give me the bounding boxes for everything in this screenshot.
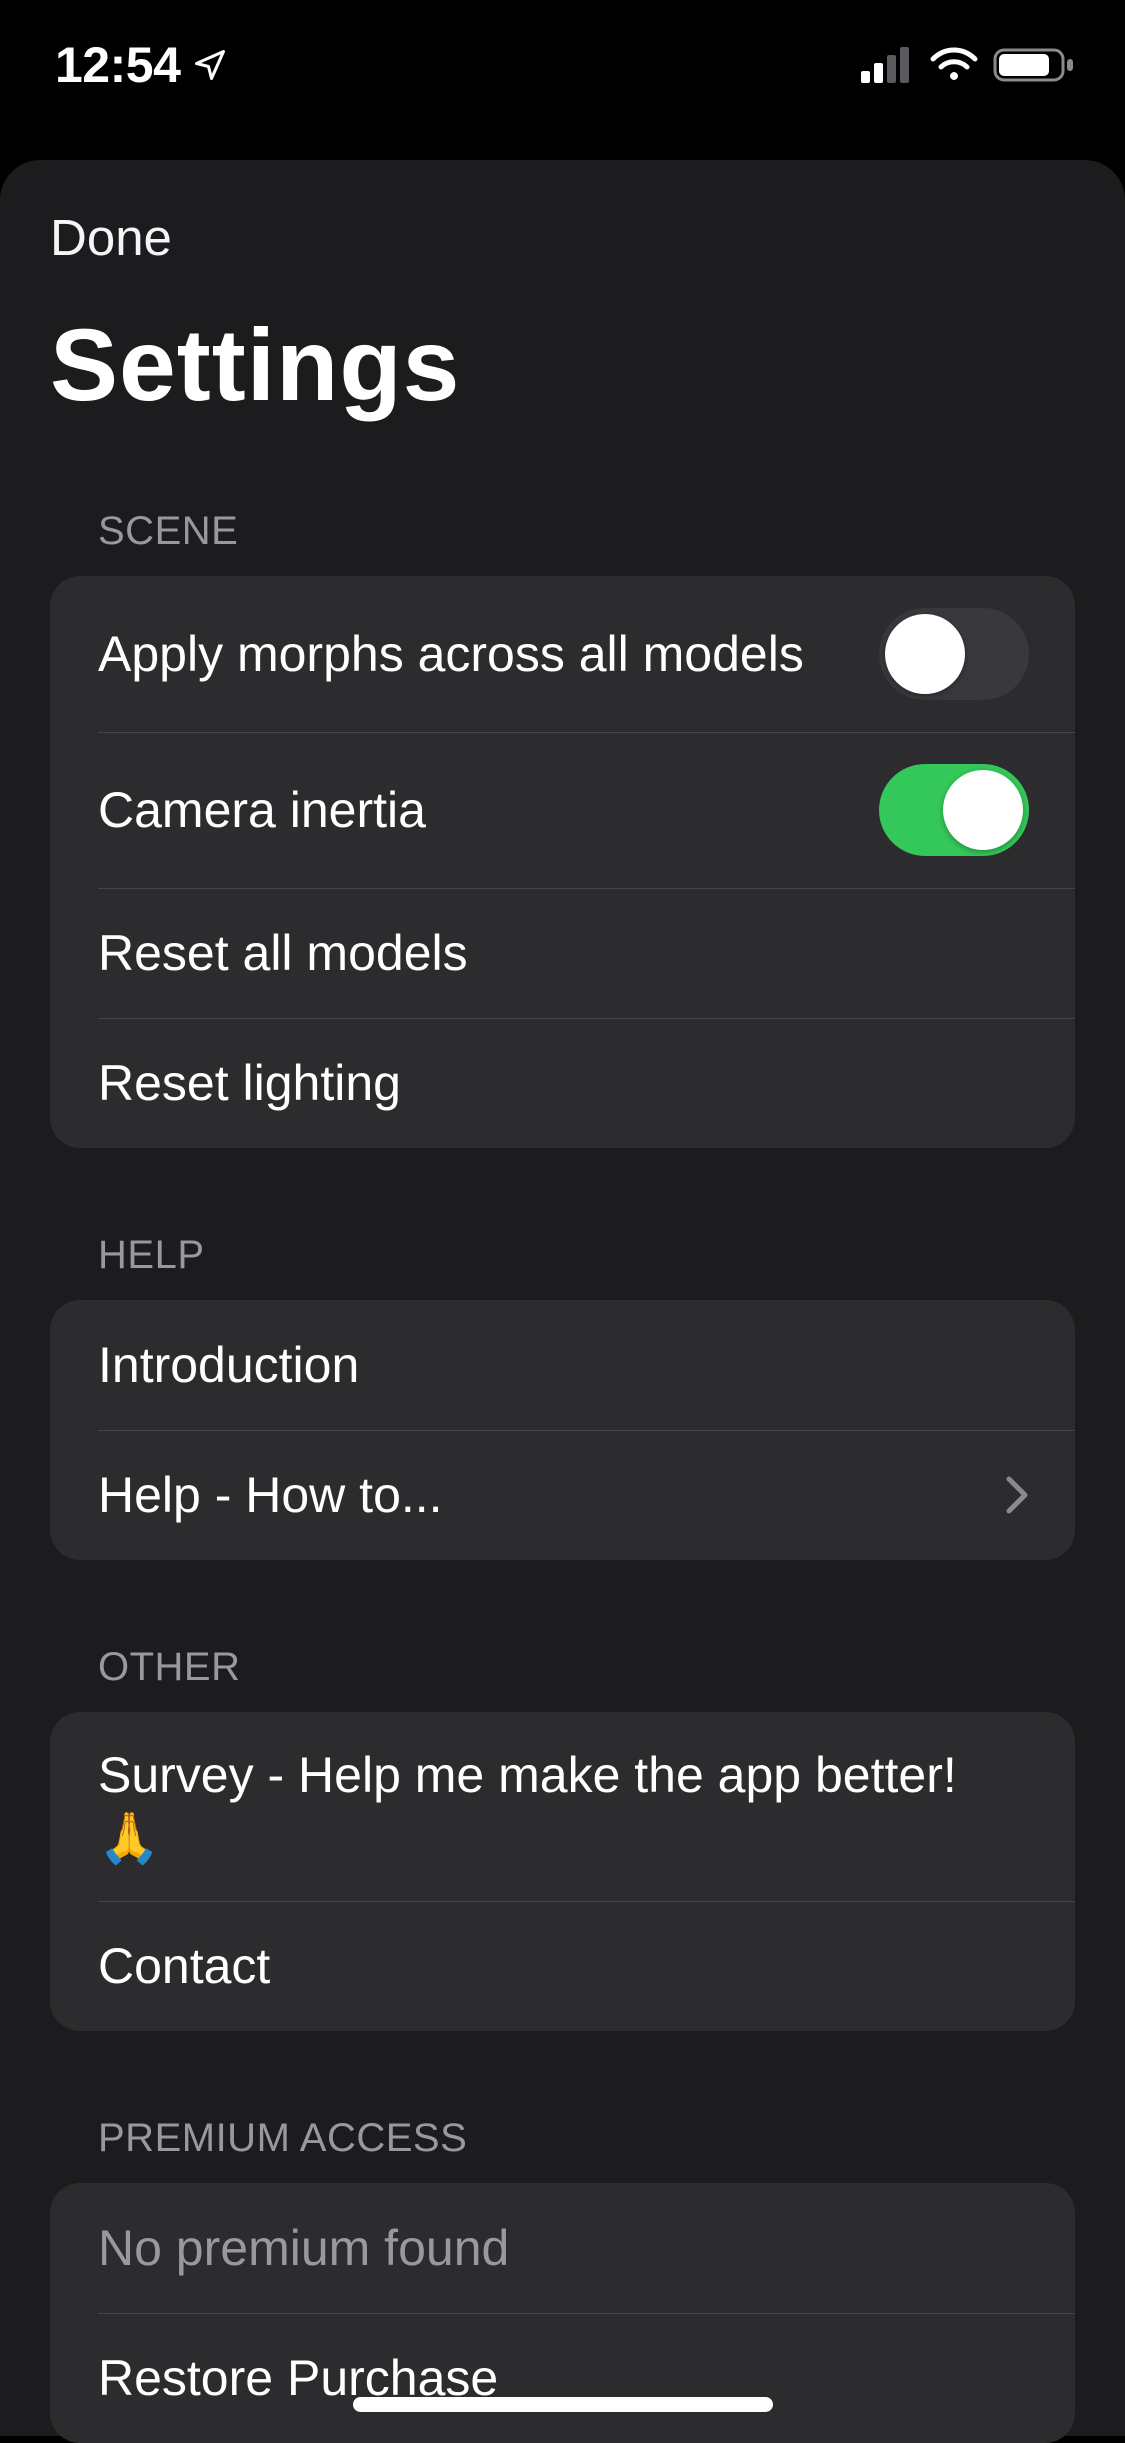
apply-morphs-toggle[interactable]	[879, 608, 1029, 700]
location-icon	[192, 47, 228, 83]
reset-models-label: Reset all models	[98, 922, 1029, 985]
premium-status-label: No premium found	[98, 2217, 1029, 2280]
help-group: Introduction Help - How to...	[50, 1300, 1075, 1560]
status-bar: 12:54	[0, 0, 1125, 130]
settings-sheet: Done Settings SCENE Apply morphs across …	[0, 160, 1125, 2436]
chevron-right-icon	[1005, 1475, 1029, 1515]
cellular-signal-icon	[861, 47, 915, 83]
premium-status-row: No premium found	[50, 2183, 1075, 2313]
wifi-icon	[929, 47, 979, 83]
camera-inertia-label: Camera inertia	[98, 779, 849, 842]
survey-label: Survey - Help me make the app better! 🙏	[98, 1744, 1029, 1869]
reset-lighting-label: Reset lighting	[98, 1052, 1029, 1115]
restore-purchase-row[interactable]: Restore Purchase	[50, 2313, 1075, 2443]
survey-row[interactable]: Survey - Help me make the app better! 🙏	[50, 1712, 1075, 1901]
introduction-label: Introduction	[98, 1334, 1029, 1397]
home-indicator[interactable]	[353, 2397, 773, 2412]
reset-lighting-row[interactable]: Reset lighting	[50, 1018, 1075, 1148]
done-button[interactable]: Done	[50, 208, 172, 267]
help-howto-row[interactable]: Help - How to...	[50, 1430, 1075, 1560]
status-left: 12:54	[55, 36, 228, 94]
section-header-scene: SCENE	[50, 509, 1075, 554]
camera-inertia-toggle[interactable]	[879, 764, 1029, 856]
help-howto-label: Help - How to...	[98, 1464, 975, 1527]
scene-group: Apply morphs across all models Camera in…	[50, 576, 1075, 1148]
nav-bar: Done	[0, 160, 1125, 267]
contact-label: Contact	[98, 1935, 1029, 1998]
toggle-knob	[885, 614, 965, 694]
status-time: 12:54	[55, 36, 180, 94]
contact-row[interactable]: Contact	[50, 1901, 1075, 2031]
section-header-premium: PREMIUM ACCESS	[50, 2116, 1075, 2161]
status-right	[861, 46, 1075, 84]
camera-inertia-row[interactable]: Camera inertia	[50, 732, 1075, 888]
page-title: Settings	[0, 267, 1125, 424]
apply-morphs-row[interactable]: Apply morphs across all models	[50, 576, 1075, 732]
introduction-row[interactable]: Introduction	[50, 1300, 1075, 1430]
reset-models-row[interactable]: Reset all models	[50, 888, 1075, 1018]
section-header-help: HELP	[50, 1233, 1075, 1278]
settings-content: SCENE Apply morphs across all models Cam…	[0, 509, 1125, 2443]
section-header-other: OTHER	[50, 1645, 1075, 1690]
other-group: Survey - Help me make the app better! 🙏 …	[50, 1712, 1075, 2031]
apply-morphs-label: Apply morphs across all models	[98, 623, 849, 686]
toggle-knob	[943, 770, 1023, 850]
battery-icon	[993, 46, 1075, 84]
